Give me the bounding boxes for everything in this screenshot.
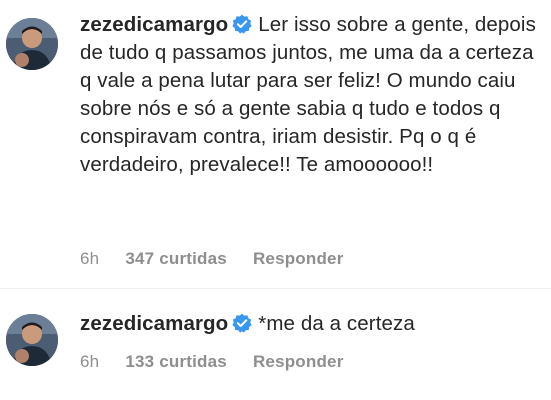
divider (0, 288, 551, 289)
verified-badge-icon (232, 313, 252, 333)
reply-button[interactable]: Responder (253, 352, 344, 372)
verified-badge-icon (232, 14, 252, 34)
reply-button[interactable]: Responder (253, 249, 344, 269)
comment-item: zezedicamargo Ler isso sobre a gente, dep… (0, 0, 551, 290)
comment-time: 6h (80, 352, 100, 371)
comment-meta: 6h 133 curtidas Responder (80, 352, 344, 372)
comment-body: zezedicamargo *me da a certeza (80, 310, 543, 338)
comment-username[interactable]: zezedicamargo (80, 13, 228, 36)
likes-count-link[interactable]: 347 curtidas (125, 249, 227, 269)
avatar-photo-icon (6, 314, 58, 366)
avatar[interactable] (6, 18, 58, 70)
comment-item: zezedicamargo *me da a certeza 6h 133 curt… (0, 300, 551, 400)
comment-text: *me da a certeza (258, 312, 415, 335)
comment-time: 6h (80, 249, 100, 268)
comment-username[interactable]: zezedicamargo (80, 312, 228, 335)
comment-text: Ler isso sobre a gente, depois de tudo q… (80, 13, 536, 176)
avatar[interactable] (6, 314, 58, 366)
comment-meta: 6h 347 curtidas Responder (80, 249, 344, 269)
likes-count-link[interactable]: 133 curtidas (125, 352, 227, 372)
comment-body: zezedicamargo Ler isso sobre a gente, dep… (80, 11, 543, 179)
avatar-photo-icon (6, 18, 58, 70)
